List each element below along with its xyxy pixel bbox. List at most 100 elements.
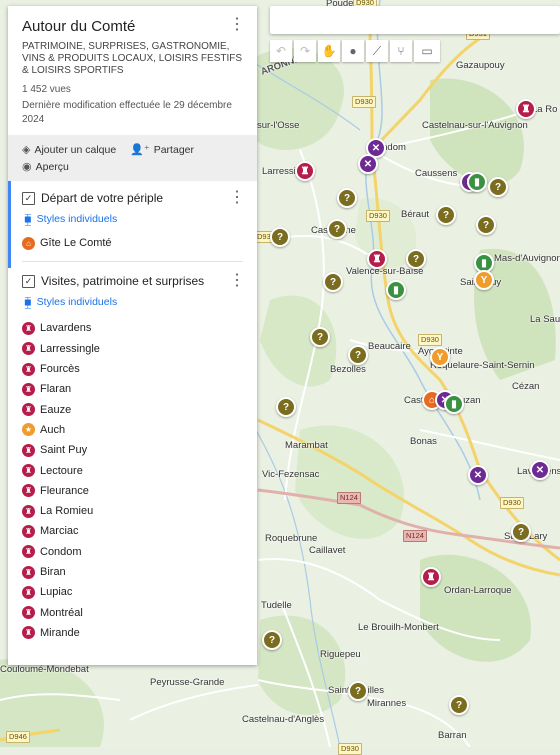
layer-title[interactable]: Visites, patrimoine et surprises [41, 274, 204, 288]
restaurant-marker-icon[interactable]: ✕ [468, 465, 488, 485]
question-marker-icon[interactable]: ? [270, 227, 290, 247]
question-marker-icon[interactable]: ? [327, 219, 347, 239]
question-marker-icon[interactable]: ? [323, 272, 343, 292]
layer-options-kebab-icon[interactable]: ⋮ [229, 190, 245, 206]
line-icon[interactable]: ⟋ [366, 40, 388, 62]
castle-marker-icon[interactable]: ♜ [295, 161, 315, 181]
map-place-label: Tudelle [261, 600, 292, 611]
item-label: Marciac [40, 525, 79, 538]
list-item[interactable]: ♜ Fleurance [22, 481, 243, 501]
marker-icon[interactable]: ● [342, 40, 364, 62]
layer-depart[interactable]: ✓ Départ de votre périple ⋮ ⧯ Styles ind… [8, 181, 257, 269]
layer-styles-link[interactable]: ⧯ Styles individuels [24, 211, 243, 227]
question-marker-icon[interactable]: ? [449, 695, 469, 715]
list-item[interactable]: ♜ Flaran [22, 379, 243, 399]
list-item[interactable]: ♜ Lavardens [22, 318, 243, 338]
map-place-label: Caillavet [309, 545, 346, 556]
star-icon: ★ [22, 423, 35, 437]
item-label: Larressingle [40, 342, 100, 355]
list-item[interactable]: ♜ Eauze [22, 399, 243, 419]
list-item[interactable]: ♜ Fourcès [22, 359, 243, 379]
map-place-label: Riguepeu [320, 649, 361, 660]
bar-marker-icon[interactable]: Y [430, 347, 450, 367]
layer-visites[interactable]: ✓ Visites, patrimoine et surprises ⋮ ⧯ S… [8, 268, 257, 649]
add-layer-label: Ajouter un calque [34, 143, 117, 156]
castle-icon: ♜ [22, 606, 35, 620]
map-place-label: Bonas [410, 436, 437, 447]
map-title[interactable]: Autour du Comté [22, 18, 243, 35]
list-item[interactable]: ♜ La Romieu [22, 501, 243, 521]
add-person-icon: 👤⁺ [130, 144, 150, 156]
map-place-label: Marambat [285, 440, 328, 451]
map-place-label: Beaucaire [368, 341, 411, 352]
list-item[interactable]: ♜ Biran [22, 562, 243, 582]
castle-marker-icon[interactable]: ♜ [421, 567, 441, 587]
item-label: Fleurance [40, 484, 89, 497]
castle-icon: ♜ [22, 585, 35, 599]
castle-marker-icon[interactable]: ♜ [516, 99, 536, 119]
question-marker-icon[interactable]: ? [476, 215, 496, 235]
list-item[interactable]: ♜ Montréal [22, 602, 243, 622]
preview-label: Aperçu [35, 160, 69, 173]
item-label: Lupiac [40, 586, 73, 599]
layer-options-kebab-icon[interactable]: ⋮ [229, 273, 245, 289]
map-options-kebab-icon[interactable]: ⋮ [229, 17, 245, 33]
list-item[interactable]: ★ Auch [22, 420, 243, 440]
divider [22, 261, 243, 263]
castle-icon: ♜ [22, 362, 35, 376]
item-label: Eauze [40, 403, 72, 416]
layer-visibility-checkbox[interactable]: ✓ [22, 191, 35, 205]
castle-marker-icon[interactable]: ♜ [367, 249, 387, 269]
list-item[interactable]: ♜ Mirande [22, 623, 243, 643]
question-marker-icon[interactable]: ? [262, 630, 282, 650]
preview-button[interactable]: ◉ Aperçu [22, 160, 69, 174]
wine-marker-icon[interactable]: ▮ [444, 394, 464, 414]
redo-icon[interactable]: ↷ [294, 40, 316, 62]
layer-title[interactable]: Départ de votre périple [41, 191, 163, 205]
map-place-label: Couloumé-Mondebat [0, 664, 89, 675]
list-item[interactable]: ♜ Condom [22, 542, 243, 562]
route-icon[interactable]: ⑂ [390, 40, 412, 62]
map-description[interactable]: PATRIMOINE, SURPRISES, GASTRONOMIE, VINS… [22, 41, 243, 77]
layer-visibility-checkbox[interactable]: ✓ [22, 274, 35, 288]
item-label: Gîte Le Comté [40, 237, 112, 250]
hand-icon[interactable]: ✋ [318, 40, 340, 62]
road-shield: N124 [403, 530, 427, 542]
map-place-label: Le Brouilh-Monbert [358, 622, 439, 633]
wine-marker-icon[interactable]: ▮ [386, 280, 406, 300]
add-layer-button[interactable]: ◈ Ajouter un calque [22, 143, 117, 157]
question-marker-icon[interactable]: ? [310, 327, 330, 347]
question-marker-icon[interactable]: ? [511, 522, 531, 542]
undo-icon[interactable]: ↶ [270, 40, 292, 62]
list-item[interactable]: ♜ Saint Puy [22, 440, 243, 460]
restaurant-marker-icon[interactable]: ✕ [358, 154, 378, 174]
list-item[interactable]: ⌂ Gîte Le Comté [22, 233, 243, 253]
question-marker-icon[interactable]: ? [436, 205, 456, 225]
question-marker-icon[interactable]: ? [276, 397, 296, 417]
castle-icon: ♜ [22, 443, 35, 457]
item-label: Lectoure [40, 464, 83, 477]
list-item[interactable]: ♜ Lupiac [22, 582, 243, 602]
list-item[interactable]: ♜ Marciac [22, 521, 243, 541]
road-shield: D946 [6, 731, 30, 743]
question-marker-icon[interactable]: ? [348, 681, 368, 701]
layer-items: ♜ Lavardens ♜ Larressingle ♜ Fourcès ♜ Flaran ♜ E… [22, 318, 243, 643]
map-place-label: Castelnau-d'Anglès [242, 714, 325, 725]
ruler-icon[interactable]: ▭ [414, 40, 440, 62]
bar-marker-icon[interactable]: Y [474, 270, 494, 290]
question-marker-icon[interactable]: ? [406, 249, 426, 269]
search-input[interactable] [270, 6, 560, 34]
question-marker-icon[interactable]: ? [488, 177, 508, 197]
panel-actions: ◈ Ajouter un calque 👤⁺ Partager ◉ Aperçu [8, 135, 257, 181]
item-label: Saint Puy [40, 444, 88, 457]
restaurant-marker-icon[interactable]: ✕ [530, 460, 550, 480]
question-marker-icon[interactable]: ? [348, 345, 368, 365]
view-count: 1 452 vues [22, 84, 71, 95]
map-legend-panel: Autour du Comté ⋮ PATRIMOINE, SURPRISES,… [8, 6, 257, 665]
question-marker-icon[interactable]: ? [337, 188, 357, 208]
list-item[interactable]: ♜ Larressingle [22, 339, 243, 359]
wine-marker-icon[interactable]: ▮ [467, 172, 487, 192]
share-button[interactable]: 👤⁺ Partager [130, 143, 194, 157]
list-item[interactable]: ♜ Lectoure [22, 460, 243, 480]
layer-styles-link[interactable]: ⧯ Styles individuels [24, 294, 243, 310]
